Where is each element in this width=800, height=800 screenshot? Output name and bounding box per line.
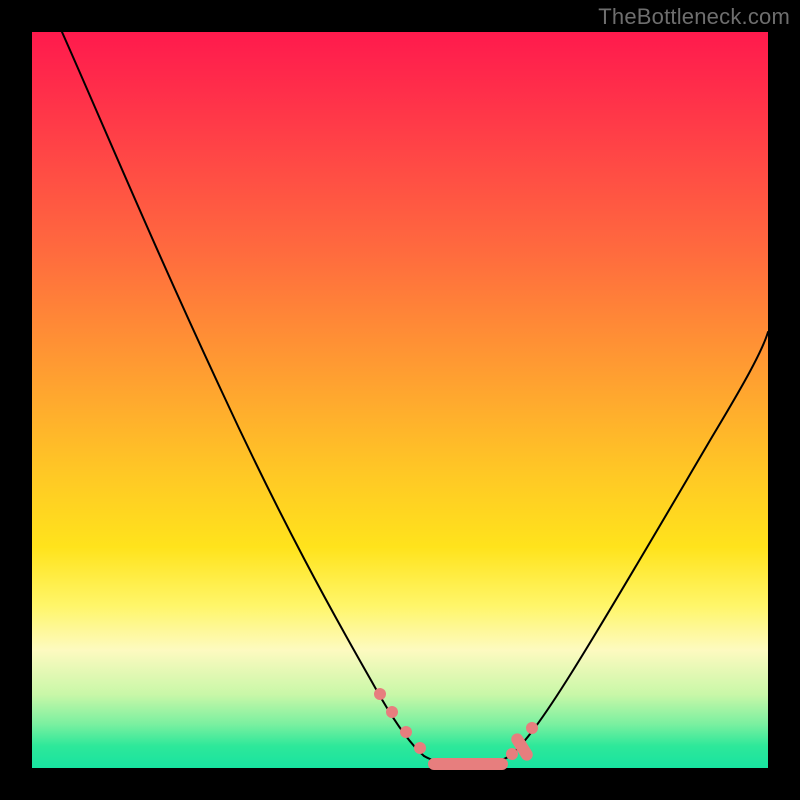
chart-svg: [32, 32, 768, 768]
right-curve: [510, 332, 768, 756]
marker-dot: [386, 706, 398, 718]
plot-area: [32, 32, 768, 768]
watermark-text: TheBottleneck.com: [598, 4, 790, 30]
marker-dot: [414, 742, 426, 754]
marker-dot: [400, 726, 412, 738]
marker-group: [374, 688, 538, 770]
chart-frame: TheBottleneck.com: [0, 0, 800, 800]
marker-basin-bar: [428, 758, 508, 770]
left-curve: [62, 32, 424, 756]
marker-dot: [506, 748, 518, 760]
marker-dot: [526, 722, 538, 734]
marker-dot: [374, 688, 386, 700]
